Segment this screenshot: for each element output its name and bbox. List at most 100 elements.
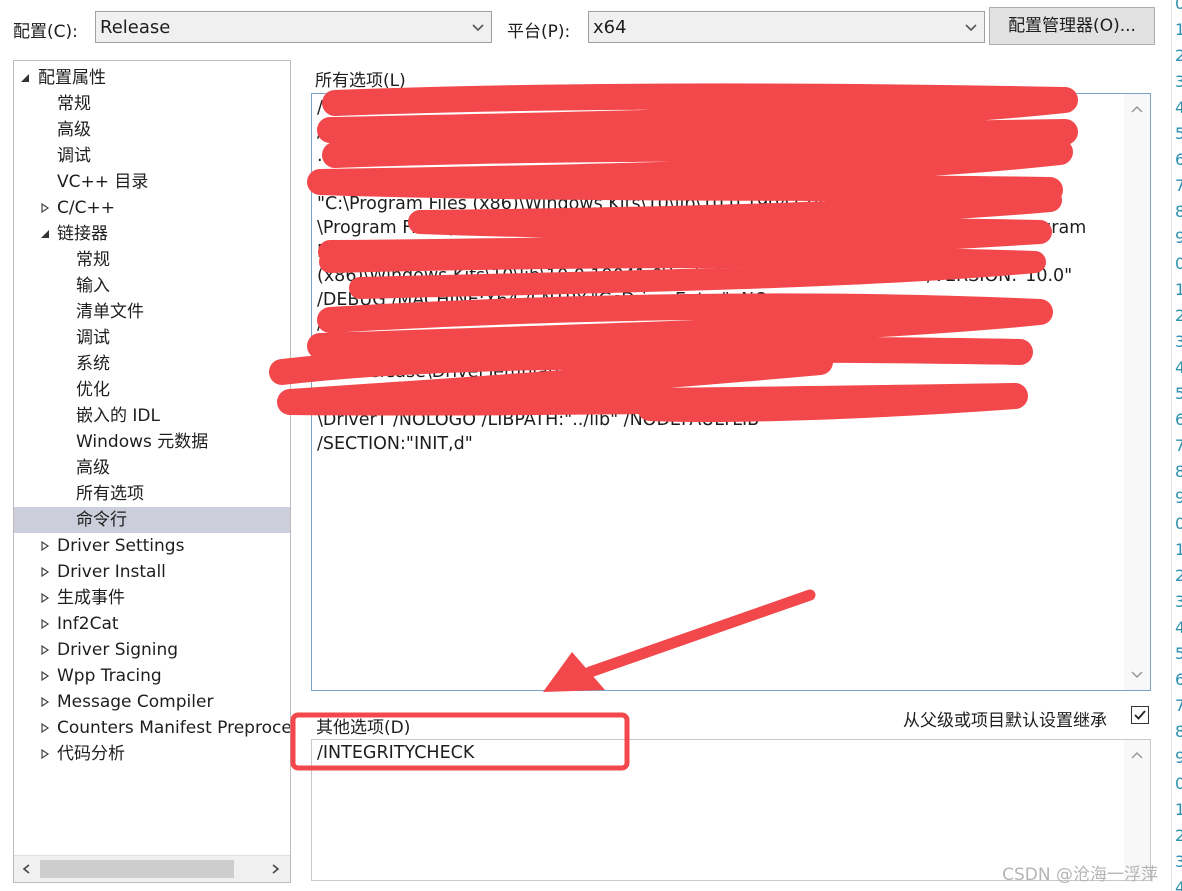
command-line-text: NATIVE Template	[317, 338, 465, 358]
collapsed-arrow-icon[interactable]	[40, 203, 50, 213]
all-options-scrollbar[interactable]	[1124, 94, 1150, 690]
collapsed-arrow-icon[interactable]	[40, 697, 50, 707]
tree-item[interactable]: Driver Settings	[14, 533, 290, 559]
tree-item[interactable]: 所有选项	[14, 481, 290, 507]
tree-item-label: Inf2Cat	[57, 614, 119, 634]
tree-item[interactable]: 清单文件	[14, 299, 290, 325]
line-number: 3	[1175, 592, 1182, 611]
other-options-value[interactable]: /INTEGRITYCHECK	[317, 743, 474, 763]
tree-item-label: 调试	[57, 146, 91, 166]
tree-item[interactable]: VC++ 目录	[14, 169, 290, 195]
command-line-text: /SECTION:"INIT,d"	[317, 434, 473, 454]
scroll-right-icon[interactable]	[270, 864, 280, 874]
tree-root[interactable]: 配置属性	[14, 65, 290, 91]
line-number: 6	[1175, 150, 1182, 169]
tree-item[interactable]: 输入	[14, 273, 290, 299]
line-number: 9	[1175, 488, 1182, 507]
scroll-thumb[interactable]	[40, 860, 234, 878]
tree-item[interactable]: 链接器	[14, 221, 290, 247]
line-number: 1	[1175, 280, 1182, 299]
scroll-down-icon[interactable]	[1131, 668, 1143, 680]
tree-item-label: 代码分析	[57, 744, 125, 764]
tree-item[interactable]: C/C++	[14, 195, 290, 221]
tree-item-label: 优化	[76, 380, 110, 400]
inherit-label: 从父级或项目默认设置继承	[903, 711, 1107, 731]
tree-item[interactable]: 高级	[14, 455, 290, 481]
line-number: 0	[1175, 254, 1182, 273]
tree-item[interactable]: 代码分析	[14, 741, 290, 767]
line-number: 3	[1175, 852, 1182, 871]
tree-item-label: 命令行	[76, 510, 127, 530]
line-number: 1	[1175, 20, 1182, 39]
collapsed-arrow-icon[interactable]	[40, 671, 50, 681]
tree-item[interactable]: 命令行	[14, 507, 290, 533]
tree-item[interactable]: Driver Install	[14, 559, 290, 585]
tree-item[interactable]: Driver Signing	[14, 637, 290, 663]
tree-item[interactable]: 调试	[14, 143, 290, 169]
tree-item[interactable]: 生成事件	[14, 585, 290, 611]
tree-item-label: 链接器	[57, 224, 108, 244]
tree-item-label: 所有选项	[76, 484, 144, 504]
collapsed-arrow-icon[interactable]	[40, 723, 50, 733]
tree-item[interactable]: Message Compiler	[14, 689, 290, 715]
line-number: 4	[1175, 98, 1182, 117]
tree-item-label: Driver Install	[57, 562, 166, 582]
tree-item[interactable]: 高级	[14, 117, 290, 143]
collapsed-arrow-icon[interactable]	[40, 567, 50, 577]
command-line-text: /MERGE:"_TEXT=.text;_PAGE=PAGE" /	[317, 386, 648, 406]
line-number: 5	[1175, 384, 1182, 403]
tree-item-label: 常规	[76, 250, 110, 270]
line-number: 4	[1175, 618, 1182, 637]
tree-item[interactable]: 常规	[14, 91, 290, 117]
scroll-left-icon[interactable]	[22, 864, 32, 874]
tree-item[interactable]: Counters Manifest Preproce	[14, 715, 290, 741]
line-number: 0	[1175, 0, 1182, 13]
tree-item-label: Counters Manifest Preproce	[57, 718, 291, 738]
tree-item[interactable]: 嵌入的 IDL	[14, 403, 290, 429]
tree-item[interactable]: Wpp Tracing	[14, 663, 290, 689]
tree-item-label: Driver Settings	[57, 536, 185, 556]
property-tree[interactable]: 配置属性 常规 高级 调试 VC++ 目录 C/C++ 链接器 常规 输入 清单文件 调试 系统 优化…	[13, 60, 291, 883]
tree-item[interactable]: Inf2Cat	[14, 611, 290, 637]
tree-item[interactable]: 系统	[14, 351, 290, 377]
tree-item-label: 调试	[76, 328, 110, 348]
tree-item-label: 清单文件	[76, 302, 144, 322]
collapsed-arrow-icon[interactable]	[40, 593, 50, 603]
tree-item-label: Wpp Tracing	[57, 666, 162, 686]
line-number: 6	[1175, 670, 1182, 689]
line-number: 8	[1175, 202, 1182, 221]
line-number: 5	[1175, 124, 1182, 143]
expanded-arrow-icon[interactable]	[40, 229, 50, 239]
line-number: 4	[1175, 878, 1182, 891]
scroll-up-icon[interactable]	[1131, 104, 1143, 116]
tree-item[interactable]: 优化	[14, 377, 290, 403]
command-line-text: tic.lib" "ucxxrt.lib" "libcntpr.lib"	[317, 170, 590, 190]
tree-horizontal-scrollbar[interactable]	[14, 855, 290, 882]
tree-item[interactable]: Windows 元数据	[14, 429, 290, 455]
config-manager-button[interactable]: 配置管理器(O)...	[989, 7, 1155, 45]
line-number: 3	[1175, 332, 1182, 351]
inherit-checkbox[interactable]	[1131, 706, 1149, 724]
tree-item-label: Driver Signing	[57, 640, 179, 660]
collapsed-arrow-icon[interactable]	[40, 749, 50, 759]
all-options-label: 所有选项(L)	[315, 71, 406, 91]
command-line-text: "C:\Program Files (x86)\Windows Kits\10\…	[317, 194, 1058, 214]
command-line-text: Files (x86)\Windows Kits\10\lib\10.0.	[317, 242, 635, 262]
checkmark-icon	[1134, 710, 1146, 720]
tree-item-label: 生成事件	[57, 588, 125, 608]
tree-item-label: Message Compiler	[57, 692, 214, 712]
tree-item-label: 输入	[76, 276, 110, 296]
other-options-scrollbar[interactable]	[1124, 740, 1150, 880]
all-options-textbox[interactable]: /O :NO/PROFILE /Driver / .lib" "DetoursX…	[311, 93, 1151, 691]
scroll-up-icon[interactable]	[1131, 750, 1143, 762]
config-select[interactable]: Release	[95, 11, 492, 43]
tree-item[interactable]: 调试	[14, 325, 290, 351]
platform-select[interactable]: x64	[588, 11, 985, 43]
line-number: 7	[1175, 436, 1182, 455]
command-line-text: .lib" "DetoursX.lib"	[317, 146, 481, 166]
line-number: 1	[1175, 540, 1182, 559]
collapsed-arrow-icon[interactable]	[40, 619, 50, 629]
tree-item[interactable]: 常规	[14, 247, 290, 273]
collapsed-arrow-icon[interactable]	[40, 645, 50, 655]
collapsed-arrow-icon[interactable]	[40, 541, 50, 551]
